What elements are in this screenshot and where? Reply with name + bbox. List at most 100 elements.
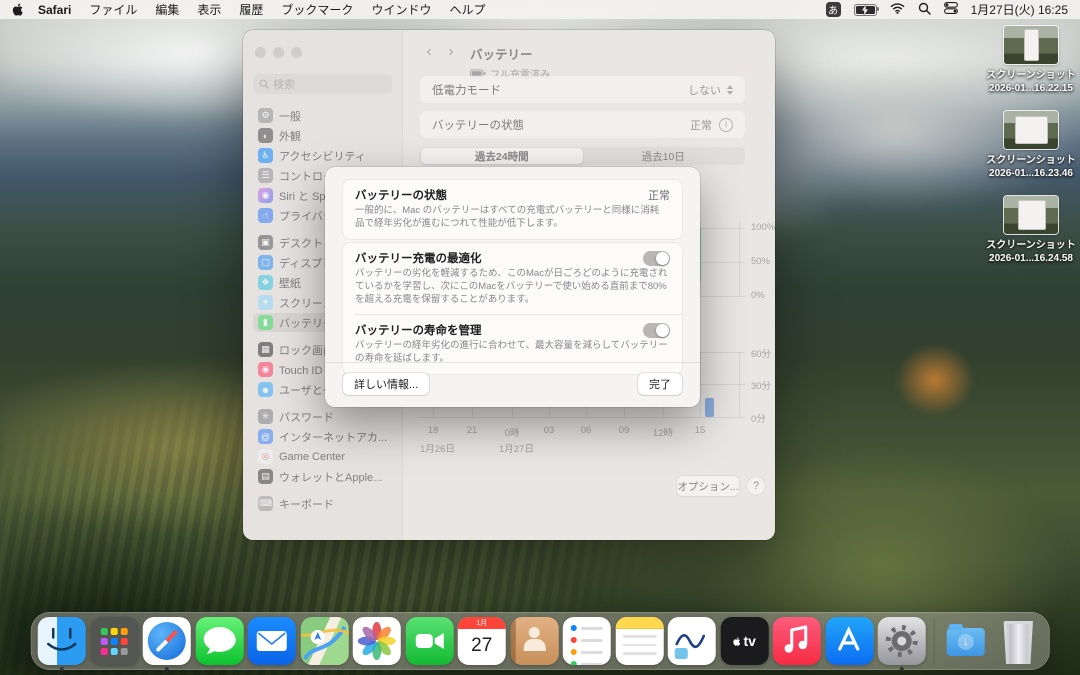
desktop-icons: スクリーンショット 2026-01...16.22.15 スクリーンショット 2… xyxy=(983,26,1079,281)
menu-bookmarks[interactable]: ブックマーク xyxy=(272,1,362,18)
dock-messages-icon[interactable] xyxy=(195,617,243,665)
sidebar-item-internet-accounts[interactable]: @インターネットアカ... xyxy=(253,427,392,446)
usage-tick-30: 30分 xyxy=(751,378,771,392)
popup-stepper-icon xyxy=(727,85,733,95)
sidebar-item-appearance[interactable]: ◐外観 xyxy=(253,126,392,145)
done-button[interactable]: 完了 xyxy=(638,373,682,395)
search-icon[interactable] xyxy=(918,2,931,18)
dock-calendar-icon[interactable]: 1月 27 xyxy=(458,617,506,665)
dock-launchpad-icon[interactable] xyxy=(90,617,138,665)
low-power-mode-row: 低電力モード しない xyxy=(420,76,745,103)
menu-window[interactable]: ウインドウ xyxy=(362,1,440,18)
dock-facetime-icon[interactable] xyxy=(405,617,453,665)
dock-maps-icon[interactable] xyxy=(300,617,348,665)
users-icon: ☻ xyxy=(258,382,273,397)
search-icon xyxy=(259,79,269,89)
section-title: バッテリーの寿命を管理 xyxy=(355,322,482,338)
passwords-key-icon: ✳ xyxy=(258,409,273,424)
dock-music-icon[interactable] xyxy=(773,617,821,665)
traffic-lights[interactable] xyxy=(255,47,392,58)
calendar-month: 1月 xyxy=(458,617,506,629)
battery-toggles-section: バッテリー充電の最適化 バッテリーの劣化を軽減するため、このMacが日ごろどのよ… xyxy=(343,243,682,374)
x-date-jan27: 1月27日 xyxy=(499,441,534,455)
download-arrow-icon: ↓ xyxy=(958,634,974,650)
battery-health-row: バッテリーの状態 正常 i xyxy=(420,111,745,138)
help-button[interactable]: ? xyxy=(747,477,765,495)
back-chevron-icon[interactable]: ‹ xyxy=(418,44,440,60)
x-tick-09: 09 xyxy=(608,425,640,436)
dock-notes-icon[interactable] xyxy=(615,617,663,665)
dock-finder-icon[interactable] xyxy=(38,617,86,665)
info-icon[interactable]: i xyxy=(719,118,733,132)
options-button[interactable]: オプション... xyxy=(677,476,739,496)
toggle-knob xyxy=(656,252,669,265)
menu-view[interactable]: 表示 xyxy=(188,1,230,18)
minimize-icon xyxy=(273,47,284,58)
screenshot-thumbnail xyxy=(1004,196,1058,234)
menu-clock[interactable]: 1月27日(火) 16:25 xyxy=(971,1,1068,18)
battery-icon: ▮ xyxy=(258,315,273,330)
lock-screen-icon: ▦ xyxy=(258,342,273,357)
x-tick-03: 03 xyxy=(533,425,565,436)
sidebar-item-accessibility[interactable]: ♿アクセシビリティ xyxy=(253,146,392,165)
menu-edit[interactable]: 編集 xyxy=(146,1,188,18)
low-power-mode-select[interactable]: しない xyxy=(688,82,733,98)
sidebar-item-game-center[interactable]: ◎Game Center xyxy=(253,447,392,466)
appearance-icon: ◐ xyxy=(258,128,273,143)
at-icon: @ xyxy=(258,429,273,444)
wallet-icon: ▤ xyxy=(258,469,273,484)
battery-lifespan-toggle[interactable] xyxy=(643,323,670,338)
section-title: バッテリー充電の最適化 xyxy=(355,250,482,266)
menu-help[interactable]: ヘルプ xyxy=(440,1,494,18)
sidebar-search-input[interactable]: 検索 xyxy=(253,74,392,94)
touch-id-icon: ◉ xyxy=(258,362,273,377)
privacy-hand-icon: ☝ xyxy=(258,208,273,223)
section-description: 一般的に、Mac のバッテリーはすべての充電式バッテリーと同様に消耗品で経年劣化… xyxy=(343,204,682,239)
dock-app-store-icon[interactable] xyxy=(825,617,873,665)
more-info-button[interactable]: 詳しい情報... xyxy=(343,373,429,395)
toggle-knob xyxy=(656,324,669,337)
dock-freeform-icon[interactable] xyxy=(668,617,716,665)
battery-status-icon[interactable] xyxy=(854,4,877,16)
dock-safari-icon[interactable] xyxy=(143,617,191,665)
dock-photos-icon[interactable] xyxy=(353,617,401,665)
dock-downloads-folder-icon[interactable]: ↓ xyxy=(942,617,990,665)
sidebar-item-general[interactable]: ⚙一般 xyxy=(253,106,392,125)
desktop: Safari ファイル 編集 表示 履歴 ブックマーク ウインドウ ヘルプ あ xyxy=(0,0,1080,675)
control-center-icon[interactable] xyxy=(944,2,958,17)
menu-bar: Safari ファイル 編集 表示 履歴 ブックマーク ウインドウ ヘルプ あ xyxy=(0,0,1080,19)
input-source-icon[interactable]: あ xyxy=(826,2,841,17)
wallpaper-icon: ❖ xyxy=(258,275,273,290)
dock-tv-icon[interactable]: tv xyxy=(720,617,768,665)
time-range-tabs: 過去24時間 過去10日 xyxy=(420,147,745,165)
sidebar-item-passwords[interactable]: ✳パスワード xyxy=(253,407,392,426)
tab-last-24-hours[interactable]: 過去24時間 xyxy=(421,148,583,164)
dock-contacts-icon[interactable] xyxy=(510,617,558,665)
forward-chevron-icon[interactable]: › xyxy=(440,44,462,60)
dock-trash-icon[interactable] xyxy=(994,617,1042,665)
battery-health-sheet: バッテリーの状態 正常 一般的に、Mac のバッテリーはすべての充電式バッテリー… xyxy=(325,167,700,407)
usage-tick-0: 0分 xyxy=(751,411,766,425)
optimized-charging-toggle[interactable] xyxy=(643,251,670,266)
desktop-screenshot-2[interactable]: スクリーンショット 2026-01...16.23.46 xyxy=(983,111,1079,180)
apple-menu-icon[interactable] xyxy=(12,2,25,17)
menu-file[interactable]: ファイル xyxy=(80,1,146,18)
desktop-screenshot-3[interactable]: スクリーンショット 2026-01...16.24.58 xyxy=(983,196,1079,265)
tab-last-10-days[interactable]: 過去10日 xyxy=(583,148,745,164)
sidebar-item-wallet[interactable]: ▤ウォレットとApple... xyxy=(253,467,392,486)
x-tick-0h: 0時 xyxy=(496,425,528,439)
section-description: バッテリーの経年劣化の進行に合わせて、最大容量を減らしてバッテリーの寿命を延ばし… xyxy=(343,339,682,374)
dock-mail-icon[interactable] xyxy=(248,617,296,665)
gridline-v xyxy=(739,352,740,417)
sidebar-item-keyboard[interactable]: ⌨キーボード xyxy=(253,494,392,513)
dock-reminders-icon[interactable] xyxy=(563,617,611,665)
level-tick-50: 50% xyxy=(751,256,770,267)
menu-app-name[interactable]: Safari xyxy=(29,3,80,17)
x-tick-06: 06 xyxy=(570,425,602,436)
menu-history[interactable]: 履歴 xyxy=(230,1,272,18)
tv-logo-text: tv xyxy=(744,633,756,649)
dock-system-settings-icon[interactable] xyxy=(878,617,926,665)
desktop-screenshot-1[interactable]: スクリーンショット 2026-01...16.22.15 xyxy=(983,26,1079,95)
screenshot-thumbnail xyxy=(1004,26,1058,64)
wifi-icon[interactable] xyxy=(890,2,905,17)
